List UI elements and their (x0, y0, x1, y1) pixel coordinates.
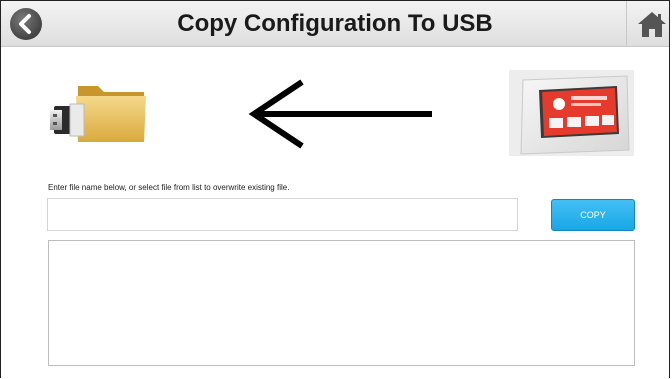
arrow-left-icon (248, 78, 434, 150)
file-list[interactable] (48, 240, 635, 366)
header-divider (626, 1, 627, 46)
page-title: Copy Configuration To USB (177, 10, 493, 37)
home-button[interactable] (637, 10, 667, 38)
usb-folder-icon (50, 80, 150, 144)
copy-button[interactable]: COPY (551, 199, 635, 231)
home-icon (638, 12, 666, 37)
wall-panel-device-image (509, 70, 634, 156)
filename-input[interactable] (47, 198, 518, 231)
header-bar: Copy Configuration To USB (1, 1, 669, 47)
instruction-text: Enter file name below, or select file fr… (48, 183, 290, 192)
chevron-left-icon (10, 8, 42, 40)
back-button[interactable] (9, 7, 43, 41)
